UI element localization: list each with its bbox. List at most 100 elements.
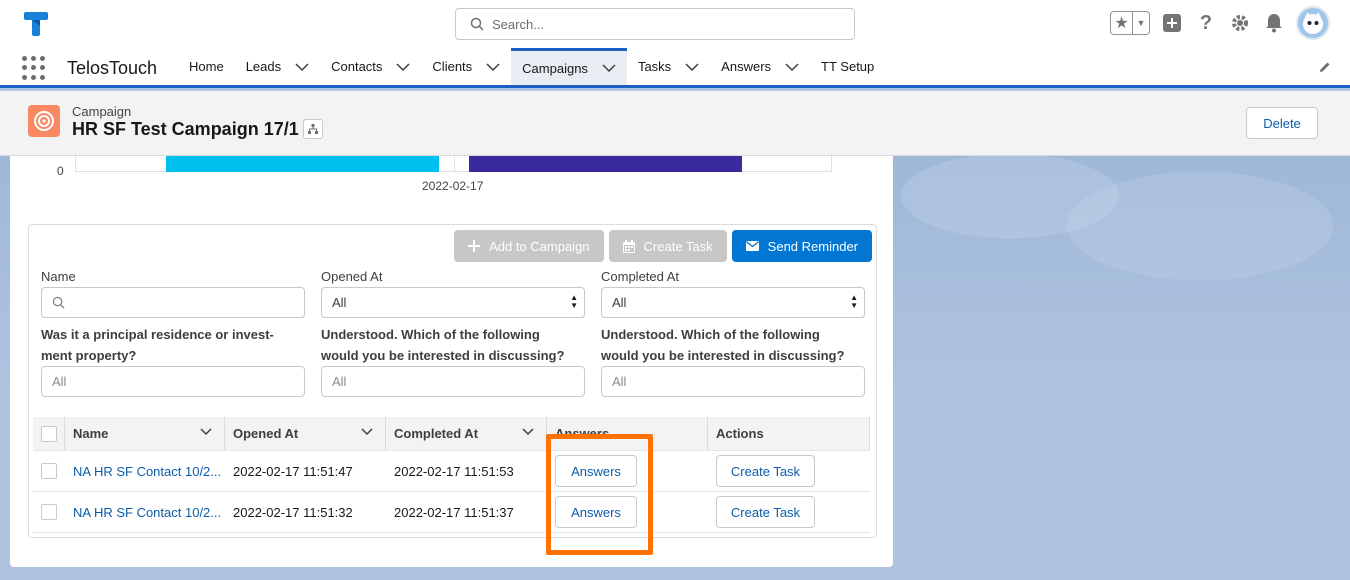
chevron-down-icon[interactable] — [295, 62, 309, 71]
add-to-campaign-button[interactable]: Add to Campaign — [454, 230, 604, 262]
completed-at-filter-label: Completed At — [601, 269, 680, 284]
nav-item-tasks[interactable]: Tasks — [627, 48, 710, 85]
opened-at-cell: 2022-02-17 11:51:47 — [233, 463, 353, 479]
question-1-filter-input[interactable]: All — [41, 366, 305, 397]
name-filter-label: Name — [41, 269, 76, 284]
table-row: NA HR SF Contact 10/2... 2022-02-17 11:5… — [33, 451, 870, 492]
email-icon — [745, 241, 759, 251]
chevron-down-icon[interactable] — [602, 64, 616, 72]
column-header-name[interactable]: Name — [65, 417, 225, 450]
row-checkbox[interactable] — [41, 504, 57, 520]
chevron-down-icon[interactable] — [522, 428, 534, 436]
favorites-group: ★ ▼ — [1110, 11, 1150, 35]
question-3-label: Understood. Which of the following would … — [601, 327, 845, 363]
row-select-cell — [33, 492, 65, 532]
recipients-table: Name Opened At Completed At Answers Acti… — [33, 417, 870, 533]
nav-item-campaigns[interactable]: Campaigns — [511, 48, 627, 85]
create-task-row-button[interactable]: Create Task — [716, 496, 815, 528]
create-task-button[interactable]: Create Task — [608, 230, 727, 262]
contact-name-link[interactable]: NA HR SF Contact 10/2... — [73, 505, 221, 520]
recipients-panel: Add to Campaign Create Task Send Reminde… — [28, 224, 877, 538]
calendar-icon — [622, 239, 635, 253]
contact-name-cell: NA HR SF Contact 10/2... — [65, 492, 225, 532]
search-icon — [52, 296, 65, 309]
global-search-input[interactable]: Search... — [455, 8, 855, 40]
delete-button[interactable]: Delete — [1246, 107, 1318, 139]
actions-cell: Create Task — [708, 451, 870, 491]
help-icon[interactable]: ? — [1194, 11, 1218, 35]
select-arrows-icon: ▲ ▼ — [850, 293, 858, 310]
chevron-down-icon[interactable] — [685, 62, 699, 71]
edit-nav-pencil-icon[interactable] — [1318, 60, 1332, 77]
table-header: Name Opened At Completed At Answers Acti… — [33, 417, 870, 451]
opened-at-select[interactable]: All ▲ ▼ — [321, 287, 585, 318]
row-select-cell — [33, 451, 65, 491]
app-launcher-icon[interactable] — [22, 56, 46, 80]
answers-cell: Answers — [547, 492, 708, 532]
global-header: Search... ★ ▼ ? — [0, 0, 1350, 48]
nav-items: Home Leads Contacts Clients Campaigns Ta… — [178, 48, 885, 85]
column-header-completed-at[interactable]: Completed At — [386, 417, 547, 450]
nav-item-tt-setup[interactable]: TT Setup — [810, 48, 885, 85]
create-task-row-button[interactable]: Create Task — [716, 455, 815, 487]
select-arrows-icon: ▲ ▼ — [570, 293, 578, 310]
page-title: HR SF Test Campaign 17/1 — [72, 119, 299, 139]
opened-at-cell: 2022-02-17 11:51:32 — [233, 504, 353, 520]
select-all-checkbox[interactable] — [40, 425, 57, 442]
setup-gear-icon[interactable] — [1228, 11, 1252, 35]
campaign-target-icon — [28, 105, 60, 137]
completed-at-cell: 2022-02-17 11:51:53 — [394, 463, 514, 479]
name-filter-input[interactable] — [41, 287, 305, 318]
nav-item-contacts[interactable]: Contacts — [320, 48, 421, 85]
nav-item-leads[interactable]: Leads — [235, 48, 320, 85]
notifications-bell-icon[interactable] — [1262, 11, 1286, 35]
completed-at-select[interactable]: All ▲ ▼ — [601, 287, 865, 318]
user-avatar[interactable] — [1296, 6, 1330, 40]
answers-button[interactable]: Answers — [555, 455, 637, 487]
chevron-down-icon[interactable] — [200, 428, 212, 436]
x-axis-tick-label: 2022-02-17 — [422, 179, 484, 193]
nav-item-answers[interactable]: Answers — [710, 48, 810, 85]
favorites-star-icon[interactable]: ★ — [1111, 12, 1133, 34]
record-header: Campaign HR SF Test Campaign 17/1 Delete — [0, 91, 1350, 156]
question-2-label: Understood. Which of the following would … — [321, 327, 565, 363]
global-create-icon[interactable] — [1160, 11, 1184, 35]
nav-item-home[interactable]: Home — [178, 48, 235, 85]
answers-button[interactable]: Answers — [555, 496, 637, 528]
chevron-down-icon[interactable] — [486, 62, 500, 71]
hierarchy-icon[interactable] — [303, 119, 323, 139]
campaign-detail-card: 0 2022-02-17 Add to Campaign Create Task… — [10, 156, 893, 567]
question-3-filter-input[interactable]: All — [601, 366, 865, 397]
answers-cell: Answers — [547, 451, 708, 491]
table-row: NA HR SF Contact 10/2... 2022-02-17 11:5… — [33, 492, 870, 533]
search-placeholder: Search... — [492, 16, 545, 32]
plus-icon — [468, 240, 481, 252]
row-checkbox[interactable] — [41, 463, 57, 479]
telostouch-logo[interactable] — [22, 10, 50, 38]
chevron-down-icon[interactable] — [361, 428, 373, 436]
app-name: TelosTouch — [67, 58, 158, 78]
contact-name-link[interactable]: NA HR SF Contact 10/2... — [73, 464, 221, 479]
column-header-actions: Actions — [708, 417, 870, 450]
column-header-opened-at[interactable]: Opened At — [225, 417, 386, 450]
chart-plot-area — [75, 156, 832, 172]
search-icon — [470, 17, 484, 31]
actions-cell: Create Task — [708, 492, 870, 532]
opened-at-filter-label: Opened At — [321, 269, 383, 284]
completed-at-cell: 2022-02-17 11:51:37 — [394, 504, 514, 520]
nav-item-clients[interactable]: Clients — [421, 48, 511, 85]
x-axis-gridline — [454, 156, 455, 172]
y-axis-tick-label: 0 — [57, 164, 64, 178]
chevron-down-icon[interactable] — [396, 62, 410, 71]
favorites-caret-icon[interactable]: ▼ — [1133, 12, 1149, 34]
send-reminder-button[interactable]: Send Reminder — [731, 230, 872, 262]
select-all-cell — [33, 417, 65, 450]
chevron-down-icon[interactable] — [785, 62, 799, 71]
chart-bar — [469, 156, 742, 172]
action-buttons: Add to Campaign Create Task Send Reminde… — [454, 230, 872, 262]
question-2-filter-input[interactable]: All — [321, 366, 585, 397]
column-header-answers: Answers — [547, 417, 708, 450]
chart-bar — [166, 156, 439, 172]
record-type-label: Campaign — [72, 104, 132, 119]
responses-chart: 0 2022-02-17 — [10, 156, 893, 216]
